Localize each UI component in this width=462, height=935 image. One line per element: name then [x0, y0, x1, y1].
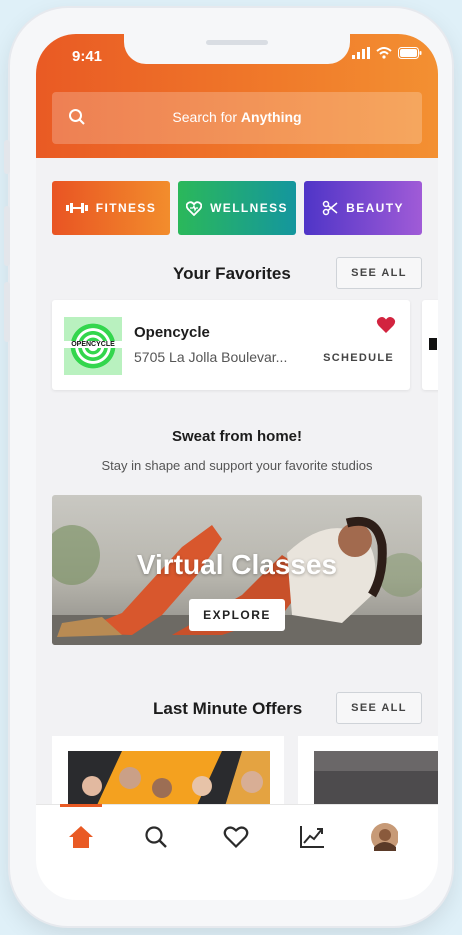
status-time: 9:41 [72, 48, 103, 65]
header: 9:41 Search for Anything [36, 34, 438, 158]
offers-title: Last Minute Offers [153, 699, 303, 718]
favorite-card[interactable]: OPENCYCLE Opencycle 5705 La Jolla Boulev… [52, 300, 410, 390]
signal-icon [352, 47, 370, 59]
status-icons [352, 47, 422, 59]
wifi-icon [376, 47, 392, 59]
offers-see-all-button[interactable]: SEE ALL [336, 692, 422, 724]
favorite-heart-icon[interactable] [376, 316, 396, 334]
battery-icon [398, 47, 422, 59]
chart-icon [300, 826, 324, 848]
studio-address: 5705 La Jolla Boulevar... [134, 349, 288, 365]
studio-logo [429, 338, 437, 350]
home-icon [69, 826, 93, 848]
volume-up-button [4, 206, 10, 266]
heart-icon [223, 826, 249, 849]
schedule-button[interactable]: SCHEDULE [323, 352, 394, 364]
category-label: FITNESS [95, 201, 157, 215]
studio-logo-text: OPENCYCLE [64, 341, 122, 348]
category-wellness-button[interactable]: WELLNESS [178, 181, 296, 235]
favorites-title: Your Favorites [173, 264, 291, 283]
virtual-classes-banner[interactable]: Virtual Classes EXPLORE [52, 495, 422, 645]
tab-search[interactable] [142, 823, 170, 851]
search-bold: Anything [240, 109, 302, 125]
tab-profile[interactable] [370, 823, 398, 851]
search-icon [145, 826, 167, 848]
tab-activity[interactable] [298, 823, 326, 851]
tab-favorites[interactable] [222, 823, 250, 851]
home-section-subtitle: Stay in shape and support your favorite … [101, 458, 373, 473]
volume-down-button [4, 282, 10, 342]
home-section-title: Sweat from home! [171, 428, 303, 445]
studio-logo: OPENCYCLE [64, 317, 122, 375]
dumbbell-icon [65, 203, 88, 213]
category-label: BEAUTY [346, 201, 404, 215]
category-fitness-button[interactable]: FITNESS [52, 181, 170, 235]
search-prefix: Search for [172, 109, 241, 125]
search-placeholder: Search for Anything [52, 109, 422, 125]
heart-icon [186, 200, 203, 216]
category-label: WELLNESS [210, 201, 288, 215]
tab-home[interactable] [67, 823, 95, 851]
banner-title: Virtual Classes [136, 549, 338, 580]
scissors-icon [322, 200, 338, 216]
notch [124, 34, 350, 64]
app-screen: 9:41 Search for Anything FITNESS WELLNES… [36, 34, 438, 900]
search-input[interactable]: Search for Anything [52, 92, 422, 144]
category-beauty-button[interactable]: BEAUTY [304, 181, 422, 235]
active-tab-indicator [60, 804, 102, 807]
avatar [371, 823, 398, 851]
studio-name: Opencycle [134, 324, 210, 341]
explore-button[interactable]: EXPLORE [189, 599, 285, 631]
bottom-tab-bar [36, 804, 438, 900]
speaker [206, 40, 268, 45]
favorite-card[interactable] [422, 300, 438, 390]
favorites-see-all-button[interactable]: SEE ALL [336, 257, 422, 289]
side-button [4, 140, 10, 174]
